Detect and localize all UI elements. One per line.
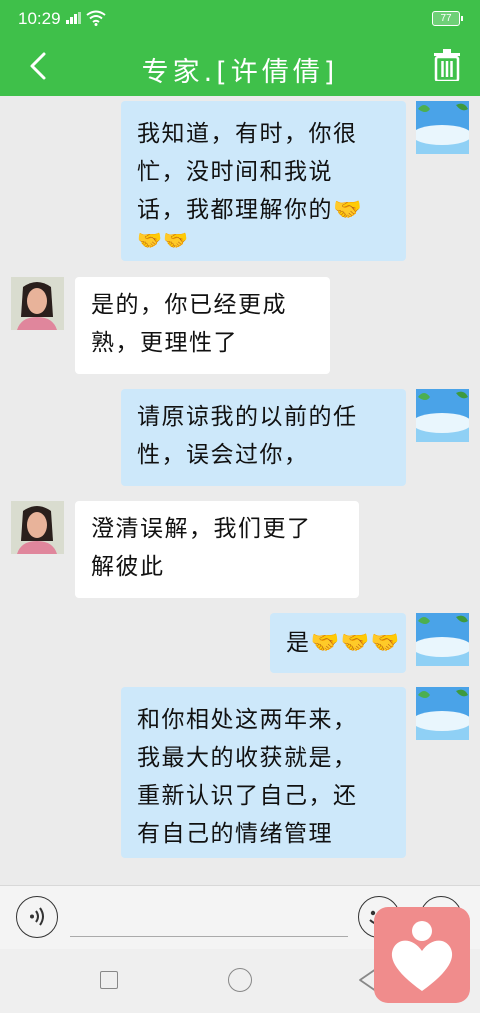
message-line: 是的，你已经更成 [91,292,287,318]
trash-icon[interactable] [434,49,460,81]
contact-avatar[interactable] [11,277,64,330]
contact-avatar[interactable] [11,501,64,554]
message-line: 和你相处这两年来， [137,707,358,733]
message-line: 解彼此 [91,554,165,580]
message-line: 忙，没时间和我说 [137,159,333,185]
heart-person-icon[interactable] [374,907,470,1003]
my-avatar[interactable] [416,687,469,740]
message-bubble-outgoing[interactable]: 和你相处这两年来， 我最大的收获就是， 重新认识了自己，还 有自己的情绪管理 [121,687,406,858]
message-bubble-outgoing[interactable]: 我知道，有时，你很 忙，没时间和我说 话，我都理解你的🤝 🤝🤝 [121,101,406,261]
wifi-icon [86,10,106,26]
status-bar: 10:29 77 [0,0,480,36]
message-line: 我最大的收获就是， [137,745,358,771]
title-bar: 专家.[许倩倩] [0,36,480,96]
message-line: 🤝🤝 [137,228,190,252]
home-icon[interactable] [228,968,252,992]
message-line: 性，误会过你， [137,442,309,468]
message-line: 重新认识了自己，还 [137,783,358,809]
message-bubble-incoming[interactable]: 澄清误解，我们更了 解彼此 [75,501,359,598]
message-line: 是🤝🤝🤝 [286,630,401,656]
message-line: 熟，更理性了 [91,330,238,356]
message-line: 有自己的情绪管理 [137,821,333,847]
recent-apps-icon[interactable] [100,971,118,989]
message-line: 澄清误解，我们更了 [91,516,312,542]
signal-icon [66,12,81,24]
message-line: 我知道，有时，你很 [137,121,358,147]
voice-icon[interactable] [16,896,58,938]
message-line: 请原谅我的以前的任 [137,404,358,430]
my-avatar[interactable] [416,389,469,442]
my-avatar[interactable] [416,101,469,154]
message-bubble-incoming[interactable]: 是的，你已经更成 熟，更理性了 [75,277,330,374]
my-avatar[interactable] [416,613,469,666]
battery-indicator: 77 [432,11,463,26]
message-bubble-outgoing[interactable]: 请原谅我的以前的任 性，误会过你， [121,389,406,486]
chat-title: 专家.[许倩倩] [141,57,339,88]
message-input[interactable] [70,936,348,937]
message-bubble-outgoing[interactable]: 是🤝🤝🤝 [270,613,406,673]
status-time: 10:29 [18,9,61,28]
